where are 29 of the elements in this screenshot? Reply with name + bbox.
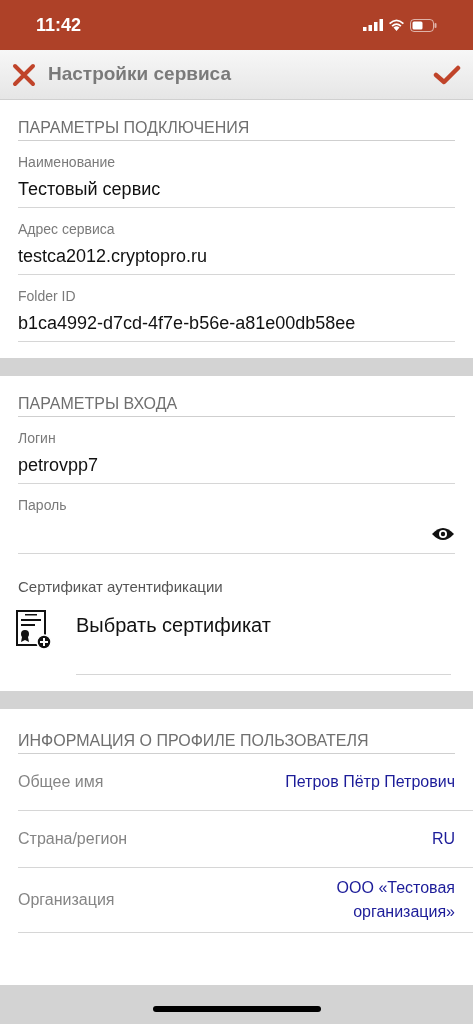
eye-icon[interactable] [431, 525, 455, 542]
close-icon[interactable] [12, 62, 36, 87]
section-title: ПАРАМЕТРЫ ВХОДА [18, 394, 179, 414]
screen-title: Настройки сервиса [48, 62, 232, 87]
section-title: ПАРАМЕТРЫ ПОДКЛЮЧЕНИЯ [18, 118, 251, 138]
signal-icon [363, 19, 383, 31]
wifi-icon [388, 19, 405, 31]
field-value[interactable]: petrovpp7 [18, 453, 99, 477]
info-label: Общее имя [18, 772, 104, 792]
field-label: Сертификат аутентификации [18, 578, 224, 596]
field-label: Адрес сервиса [18, 220, 116, 238]
field-label: Наименование [18, 153, 117, 171]
status-time: 11:42 [36, 13, 82, 37]
field-value[interactable]: b1ca4992-d7cd-4f7e-b56e-a81e00db58ee [18, 311, 356, 335]
select-certificate-button[interactable]: Выбрать сертификат [76, 610, 271, 640]
checkmark-icon[interactable] [433, 63, 461, 86]
info-label: Страна/регион [18, 829, 128, 849]
info-value: Петров Пётр Петрович [285, 772, 455, 792]
info-label: Организация [18, 890, 115, 910]
certificate-icon [16, 610, 52, 650]
field-label: Пароль [18, 496, 68, 514]
field-label: Folder ID [18, 287, 77, 305]
battery-icon [410, 18, 437, 32]
field-label: Логин [18, 429, 57, 447]
field-value[interactable]: testca2012.cryptopro.ru [18, 244, 208, 268]
info-value: RU [431, 829, 455, 849]
field-value[interactable]: Тестовый сервис [18, 177, 161, 201]
section-title: ИНФОРМАЦИЯ О ПРОФИЛЕ ПОЛЬЗОВАТЕЛЯ [18, 731, 370, 751]
info-value: ООО «Тестовая организация» [335, 878, 455, 922]
